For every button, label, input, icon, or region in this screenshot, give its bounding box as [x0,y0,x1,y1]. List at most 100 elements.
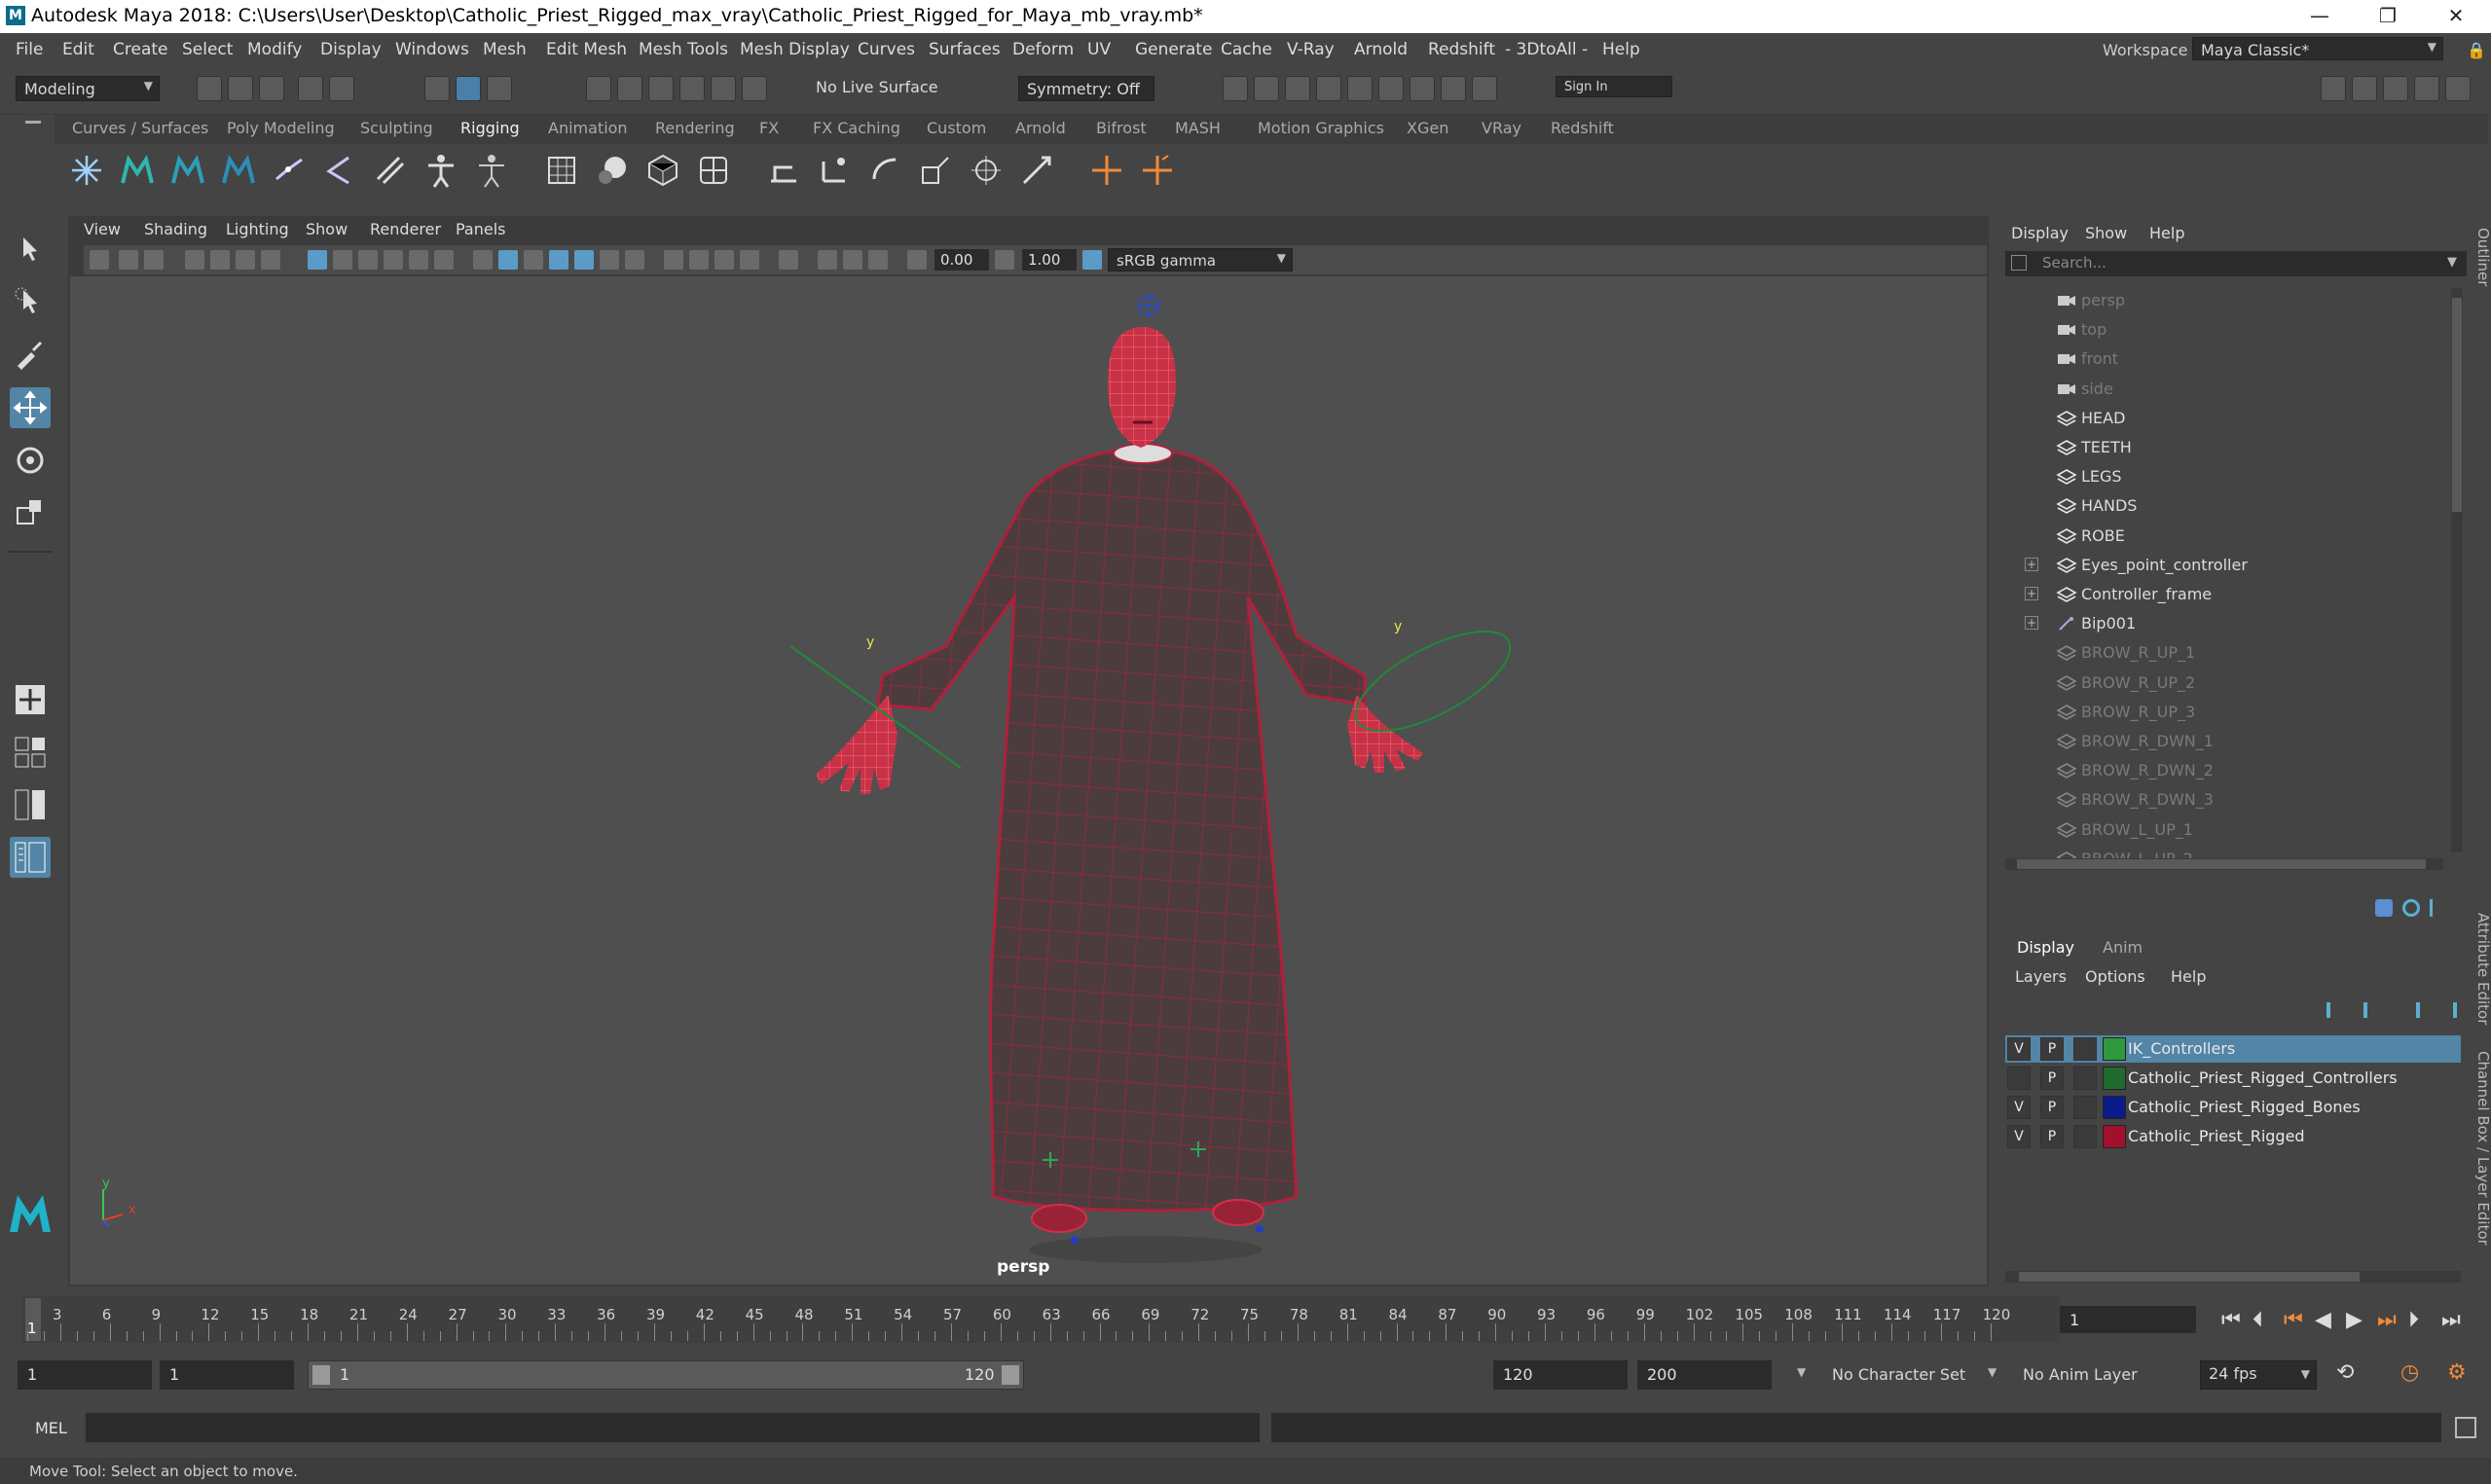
character-set-dropdown[interactable]: No Character Set ▼ [1797,1360,1988,1390]
channel-box-toggle-icon[interactable] [2445,76,2471,101]
cluster-icon[interactable] [594,152,631,189]
go-to-start-icon[interactable]: ⏮ [2221,1308,2241,1332]
tab-arnold[interactable]: Arnold [1015,119,1066,137]
safe-action-icon[interactable] [434,250,454,270]
menu-curves[interactable]: Curves [858,40,915,59]
close-button[interactable]: ✕ [2428,0,2484,33]
layer-playback-toggle[interactable]: P [2040,1067,2064,1090]
move-layer-down-icon[interactable] [2363,1002,2383,1018]
rotate-tool-icon[interactable] [10,440,51,481]
select-camera-icon[interactable] [90,250,109,270]
layer-color-swatch[interactable] [2103,1037,2126,1061]
right-wrist-controller[interactable] [1341,612,1523,751]
chevron-down-icon[interactable]: ▼ [2447,255,2457,270]
menu-edit[interactable]: Edit [62,40,94,59]
anim-layer-dropdown[interactable]: No Anim Layer ▼ [1988,1360,2173,1390]
menu-deform[interactable]: Deform [1012,40,1074,59]
outliner-scrollbar-thumb[interactable] [2452,298,2462,512]
anti-aliasing-icon[interactable] [714,250,734,270]
step-forward-key-icon[interactable]: ⏭ [2377,1308,2397,1332]
vray-render-icon[interactable] [1410,76,1435,101]
tab-bifrost[interactable]: Bifrost [1096,119,1147,137]
layer-display-type-toggle[interactable] [2073,1096,2097,1119]
aim-constraint-icon[interactable] [968,152,1005,189]
layer-visibility-toggle[interactable] [2007,1067,2031,1090]
command-language-label[interactable]: MEL [35,1419,67,1437]
blend-shape-icon[interactable] [695,152,732,189]
layer-playback-toggle[interactable]: P [2040,1125,2064,1148]
play-backwards-icon[interactable]: ◀ [2315,1308,2331,1332]
layer-display-type-toggle[interactable] [2073,1125,2097,1148]
snap-point-icon[interactable] [648,76,674,101]
side-tab-attribute-editor[interactable]: Attribute Editor [2474,913,2491,1025]
xray-active-icon[interactable] [843,250,862,270]
layer-color-swatch[interactable] [2103,1125,2126,1148]
pause-icon[interactable] [1472,76,1497,101]
loop-icon[interactable]: ⟲ [2336,1360,2354,1385]
field-chart-icon[interactable] [409,250,428,270]
outliner-search-input[interactable]: Search... [2005,251,2467,276]
lock-camera-icon[interactable] [119,250,138,270]
menu-3dtoall[interactable]: - 3DtoAll - [1505,40,1588,59]
attribute-editor-toggle-icon[interactable] [2383,76,2408,101]
time-slider[interactable]: 1 3 6 9 12 15 18 21 24 27 30 33 36 39 42 45 48 51 54 57 60 6… [21,1296,2060,1343]
outliner-menu-display[interactable]: Display [2011,224,2069,242]
animation-preferences-icon[interactable]: ⚙ [2447,1360,2467,1385]
menu-file[interactable]: File [16,40,43,59]
quick-rig-icon[interactable] [422,152,459,189]
outliner-hscrollbar[interactable] [2005,858,2443,870]
tab-fx-caching[interactable]: FX Caching [813,119,900,137]
scale-tool-icon[interactable] [10,492,51,533]
menu-generate[interactable]: Generate [1135,40,1212,59]
playback-start-field[interactable]: 1 [160,1360,294,1390]
wireframe-icon[interactable] [473,250,493,270]
layer-row[interactable]: V P Catholic_Priest_Rigged [2005,1123,2461,1150]
outliner-menu-show[interactable]: Show [2085,224,2127,242]
snap-surface-icon[interactable] [711,76,736,101]
menu-help[interactable]: Help [1602,40,1640,59]
image-plane-icon[interactable] [210,250,230,270]
menu-mesh-display[interactable]: Mesh Display [740,40,850,59]
expand-icon[interactable]: + [2025,616,2038,631]
tab-motion-graphics[interactable]: Motion Graphics [1258,119,1384,137]
side-tab-channel-box[interactable]: Channel Box / Layer Editor [2474,1051,2491,1246]
new-layer-from-selection-icon[interactable] [2437,1002,2457,1018]
open-scene-icon[interactable] [228,76,253,101]
menu-redshift[interactable]: Redshift [1428,40,1495,59]
wireframe-on-shaded-icon[interactable] [549,250,568,270]
tab-anim-layers[interactable]: Anim [2103,938,2143,957]
wire-deformer-icon[interactable] [644,152,681,189]
tab-animation[interactable]: Animation [548,119,628,137]
move-tool-icon[interactable] [10,387,51,428]
select-object-icon[interactable] [456,76,481,101]
gamma-field[interactable]: 1.00 [1022,249,1077,271]
perspective-viewport[interactable]: y y y x persp [70,276,1987,1285]
panel-menu-shading[interactable]: Shading [144,220,207,238]
step-back-key-icon[interactable]: ⏮ [2284,1308,2303,1332]
menu-create[interactable]: Create [113,40,168,59]
shadows-icon[interactable] [625,250,644,270]
layers-menu-help[interactable]: Help [2171,967,2206,986]
symmetry-dropdown[interactable]: Symmetry: Off [1018,76,1154,101]
human-ik-character-icon[interactable] [220,152,257,189]
tab-fx[interactable]: FX [759,119,779,137]
film-gate-icon[interactable] [333,250,352,270]
step-forward-frame-icon[interactable]: ⏵ [2408,1308,2419,1332]
select-hierarchy-icon[interactable] [424,76,450,101]
live-surface-field[interactable]: No Live Surface [816,78,938,96]
human-ik-icon[interactable] [2375,899,2393,917]
expand-icon[interactable]: + [2025,557,2038,571]
xray-joints-icon[interactable] [868,250,888,270]
arnold-icon[interactable] [2402,899,2420,917]
snap-view-plane-icon[interactable] [679,76,705,101]
animation-start-field[interactable]: 1 [18,1360,152,1390]
step-back-frame-icon[interactable]: ⏴ [2253,1308,2263,1332]
menu-mesh[interactable]: Mesh [483,40,527,59]
human-ik-icon[interactable] [2352,76,2377,101]
layer-row[interactable]: P Catholic_Priest_Rigged_Controllers [2005,1065,2461,1092]
2d-pan-zoom-icon[interactable] [236,250,255,270]
panel-menu-view[interactable]: View [84,220,121,238]
layer-display-type-toggle[interactable] [2073,1067,2097,1090]
workspace-dropdown[interactable]: Maya Classic* ▼ [2192,37,2443,60]
parent-constraint-icon[interactable] [765,152,802,189]
